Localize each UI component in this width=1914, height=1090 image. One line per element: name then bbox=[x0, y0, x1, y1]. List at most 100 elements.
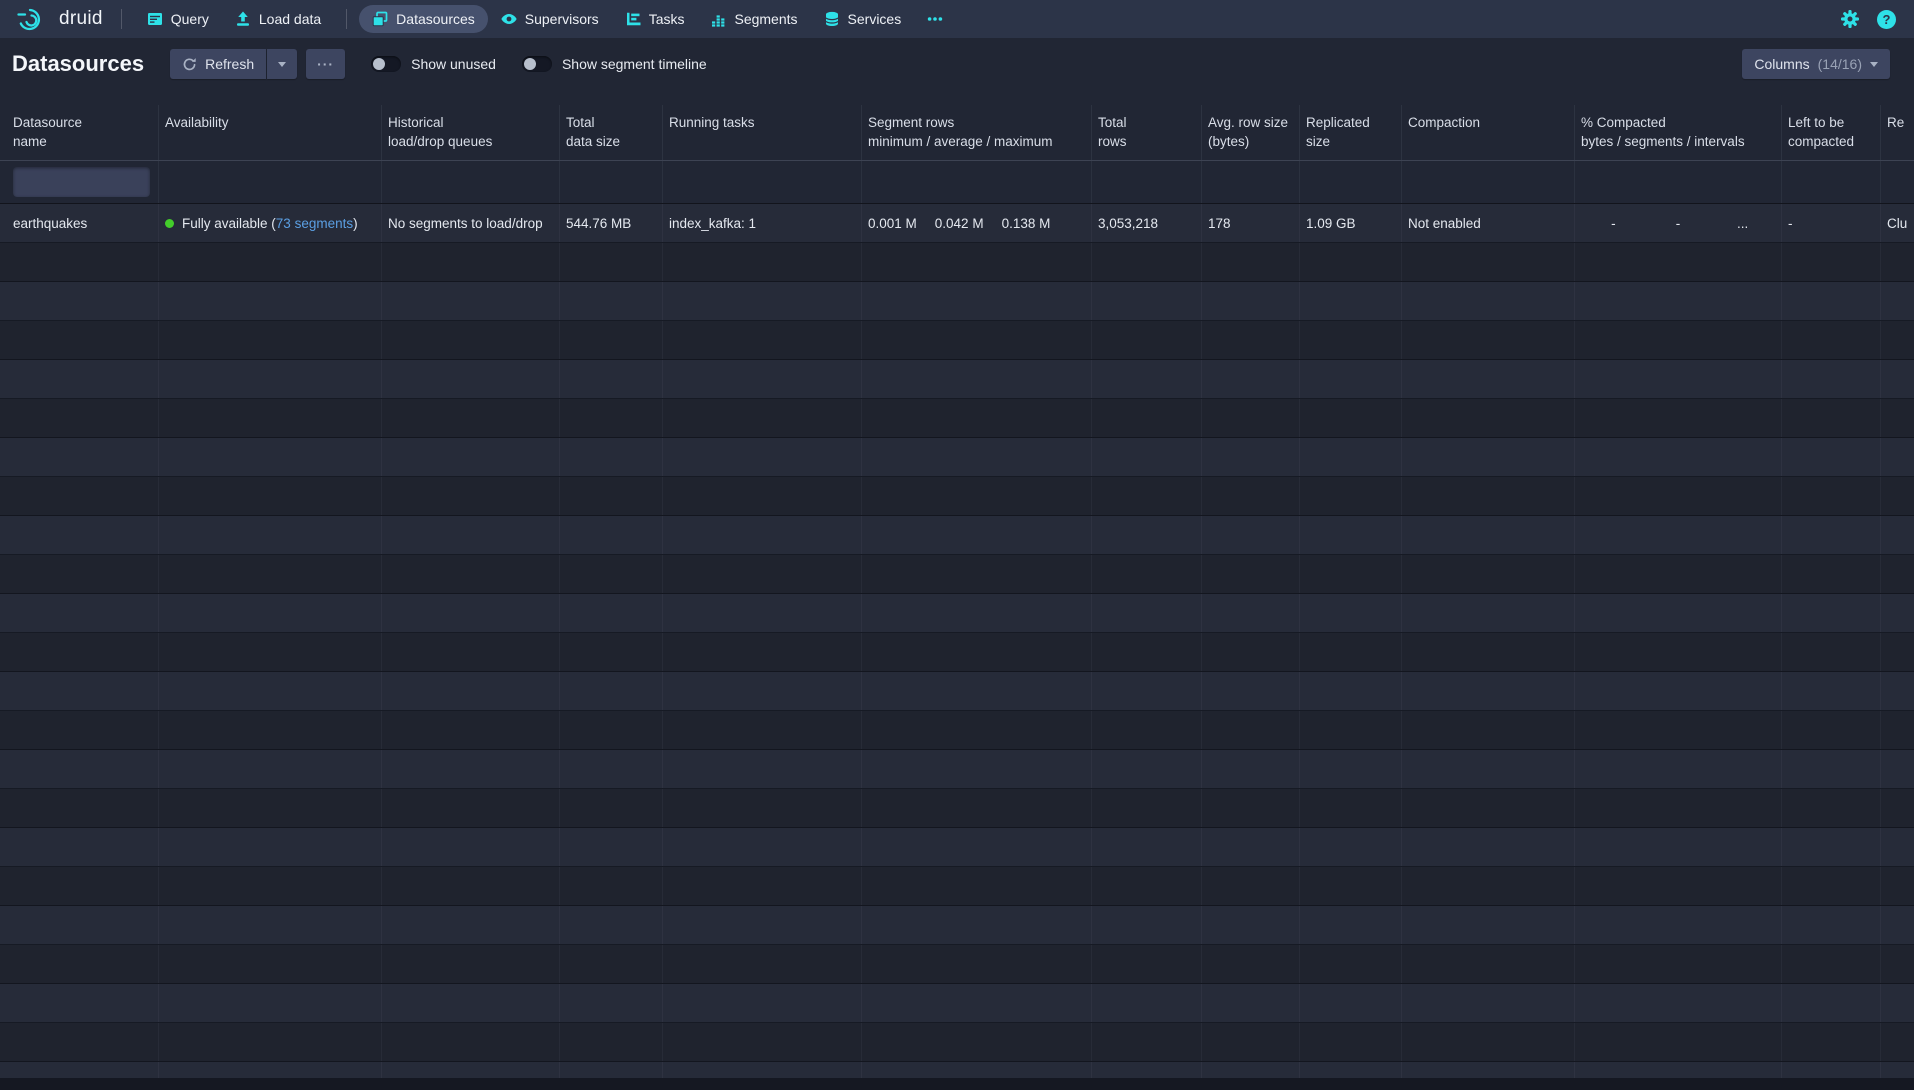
filter-cell-running_tasks bbox=[663, 161, 862, 203]
column-header-line2: data size bbox=[566, 132, 656, 151]
table-row-empty bbox=[0, 906, 1914, 945]
nav-item-datasources[interactable]: Datasources bbox=[359, 5, 488, 33]
empty-cell bbox=[663, 672, 862, 710]
nav-item-supervisors[interactable]: Supervisors bbox=[488, 5, 612, 33]
column-header-total_rows[interactable]: Total rows bbox=[1092, 105, 1202, 160]
nav-item-label: Tasks bbox=[649, 11, 685, 27]
empty-cell bbox=[1092, 945, 1202, 983]
empty-cell bbox=[1092, 750, 1202, 788]
empty-cell bbox=[560, 945, 663, 983]
cell-running_tasks: index_kafka: 1 bbox=[663, 204, 862, 242]
empty-cell bbox=[1782, 516, 1881, 554]
column-header-compaction[interactable]: Compaction bbox=[1402, 105, 1575, 160]
empty-cell bbox=[560, 399, 663, 437]
empty-cell bbox=[0, 1023, 159, 1061]
empty-cell bbox=[1402, 477, 1575, 515]
empty-cell bbox=[1575, 945, 1782, 983]
help-icon[interactable]: ? bbox=[1877, 10, 1896, 29]
page-title: Datasources bbox=[12, 51, 144, 77]
nav-item-segments[interactable]: Segments bbox=[697, 5, 810, 33]
cell-total_rows: 3,053,218 bbox=[1092, 204, 1202, 242]
empty-cell bbox=[1881, 672, 1914, 710]
toggle-show-unused[interactable]: Show unused bbox=[371, 56, 496, 72]
toggle-show-segment-timeline[interactable]: Show segment timeline bbox=[522, 56, 707, 72]
cell-load_drop: No segments to load/drop bbox=[382, 204, 560, 242]
column-header-total_size[interactable]: Total data size bbox=[560, 105, 663, 160]
empty-cell bbox=[1092, 1023, 1202, 1061]
column-header-replicated_size[interactable]: Replicated size bbox=[1300, 105, 1402, 160]
empty-cell bbox=[1092, 438, 1202, 476]
refresh-options-dropdown-button[interactable] bbox=[267, 49, 297, 79]
column-header-line2: compacted bbox=[1788, 132, 1874, 151]
empty-cell bbox=[1402, 555, 1575, 593]
nav-item-query[interactable]: Query bbox=[134, 5, 222, 33]
table-row-empty bbox=[0, 282, 1914, 321]
empty-cell bbox=[159, 945, 382, 983]
pct-compacted-value: - bbox=[1646, 216, 1711, 231]
empty-cell bbox=[663, 399, 862, 437]
nav-item-more[interactable] bbox=[914, 5, 956, 33]
toggle-switch[interactable] bbox=[371, 56, 401, 72]
column-header-load_drop[interactable]: Historical load/drop queues bbox=[382, 105, 560, 160]
empty-cell bbox=[1300, 360, 1402, 398]
column-header-line1: Re bbox=[1887, 113, 1914, 132]
nav-item-services[interactable]: Services bbox=[811, 5, 915, 33]
columns-button[interactable]: Columns (14/16) bbox=[1742, 49, 1890, 79]
column-header-pct_compacted[interactable]: % Compacted bytes / segments / intervals bbox=[1575, 105, 1782, 160]
filter-cell-segment_rows bbox=[862, 161, 1092, 203]
column-header-segment_rows[interactable]: Segment rows minimum / average / maximum bbox=[862, 105, 1092, 160]
empty-cell bbox=[0, 711, 159, 749]
column-header-running_tasks[interactable]: Running tasks bbox=[663, 105, 862, 160]
empty-cell bbox=[1782, 984, 1881, 1022]
nav-item-load-data[interactable]: Load data bbox=[222, 5, 334, 33]
chevron-down-icon bbox=[278, 62, 286, 67]
datasource-name-filter-input[interactable] bbox=[13, 167, 150, 197]
chevron-down-icon bbox=[1870, 62, 1878, 67]
empty-cell bbox=[1575, 984, 1782, 1022]
table-row-empty bbox=[0, 1023, 1914, 1062]
empty-cell bbox=[1782, 282, 1881, 320]
more-actions-button[interactable]: ··· bbox=[306, 49, 345, 79]
empty-cell bbox=[1092, 516, 1202, 554]
table-body: earthquakes Fully available (73 segments… bbox=[0, 204, 1914, 1090]
empty-cell bbox=[382, 438, 560, 476]
empty-cell bbox=[1202, 360, 1300, 398]
empty-cell bbox=[560, 516, 663, 554]
empty-cell bbox=[862, 594, 1092, 632]
empty-cell bbox=[560, 984, 663, 1022]
empty-cell bbox=[663, 243, 862, 281]
settings-gear-icon[interactable] bbox=[1840, 9, 1860, 29]
empty-cell bbox=[159, 789, 382, 827]
column-header-name[interactable]: Datasource name bbox=[0, 105, 159, 160]
empty-cell bbox=[1402, 399, 1575, 437]
empty-cell bbox=[0, 945, 159, 983]
empty-cell bbox=[560, 594, 663, 632]
empty-cell bbox=[0, 906, 159, 944]
filter-cell-availability bbox=[159, 161, 382, 203]
refresh-button[interactable]: Refresh bbox=[170, 49, 266, 79]
filter-cell-total_rows bbox=[1092, 161, 1202, 203]
empty-cell bbox=[1402, 867, 1575, 905]
empty-cell bbox=[1782, 477, 1881, 515]
refresh-icon bbox=[182, 57, 197, 72]
segments-count-link[interactable]: 73 segments bbox=[276, 216, 353, 231]
column-header-avg_row_size[interactable]: Avg. row size (bytes) bbox=[1202, 105, 1300, 160]
empty-cell bbox=[663, 789, 862, 827]
empty-cell bbox=[1300, 750, 1402, 788]
empty-cell bbox=[1092, 282, 1202, 320]
empty-cell bbox=[159, 516, 382, 554]
empty-cell bbox=[0, 867, 159, 905]
nav-item-tasks[interactable]: Tasks bbox=[612, 5, 698, 33]
column-header-retention[interactable]: Re bbox=[1881, 105, 1914, 160]
column-header-left_compacted[interactable]: Left to be compacted bbox=[1782, 105, 1881, 160]
column-header-availability[interactable]: Availability bbox=[159, 105, 382, 160]
table-row[interactable]: earthquakes Fully available (73 segments… bbox=[0, 204, 1914, 243]
druid-logo[interactable]: druid bbox=[10, 7, 109, 31]
horizontal-scrollbar[interactable] bbox=[0, 1078, 1914, 1090]
toggle-switch[interactable] bbox=[522, 56, 552, 72]
empty-cell bbox=[382, 945, 560, 983]
empty-cell bbox=[1402, 594, 1575, 632]
empty-cell bbox=[382, 321, 560, 359]
table-row-empty bbox=[0, 516, 1914, 555]
empty-cell bbox=[1881, 477, 1914, 515]
